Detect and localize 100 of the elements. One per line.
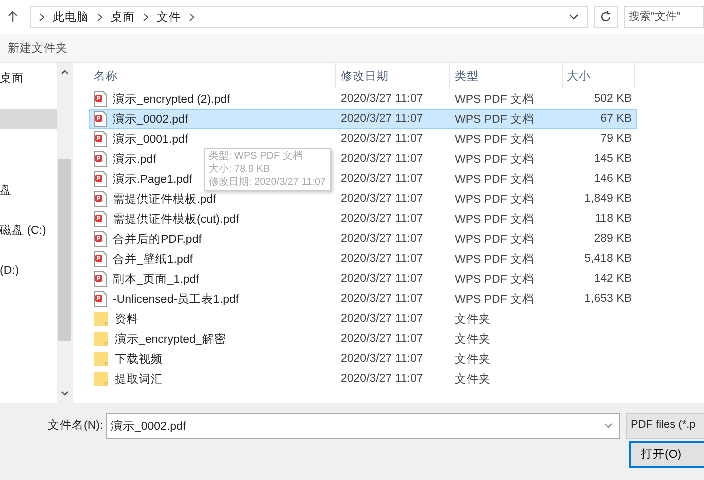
- size-cell-text: 5,418 KB: [584, 253, 633, 265]
- type-cell-text: WPS PDF 文档: [454, 272, 536, 286]
- type-cell-text: 文件夹: [454, 372, 492, 386]
- size-cell-text: 145 KB: [593, 153, 633, 165]
- type-cell-text: WPS PDF 文档: [454, 232, 536, 246]
- size-cell-text: 289 KB: [593, 233, 633, 245]
- up-arrow-icon[interactable]: [8, 11, 18, 23]
- type-cell-text: WPS PDF 文档: [454, 112, 536, 126]
- size-cell-text: 146 KB: [593, 173, 633, 185]
- pdf-file-icon: [94, 291, 107, 307]
- folder-icon: [94, 372, 109, 386]
- type-cell-text: WPS PDF 文档: [454, 212, 536, 226]
- scrollbar[interactable]: [57, 63, 72, 403]
- refresh-button[interactable]: [594, 6, 618, 28]
- size-cell-text: 142 KB: [593, 273, 633, 285]
- folder-icon: [94, 352, 109, 366]
- date-cell-text: 2020/3/27 11:07: [340, 253, 424, 265]
- date-cell-text: 2020/3/27 11:07: [340, 193, 424, 205]
- file-name[interactable]: 演示_0001.pdf: [113, 132, 188, 146]
- sidebar-item[interactable]: 磁盘 (C:): [0, 221, 57, 241]
- pdf-file-icon: [94, 111, 107, 127]
- file-type-dropdown[interactable]: PDF files (*.p: [626, 413, 704, 439]
- date-cell-text: 2020/3/27 11:07: [340, 353, 424, 365]
- file-name[interactable]: 资料: [115, 312, 139, 326]
- file-name[interactable]: 提取词汇: [115, 372, 163, 386]
- chevron-icon: [189, 12, 195, 22]
- size-cell-text: 1,653 KB: [584, 293, 633, 305]
- pdf-file-icon: [94, 171, 107, 187]
- pdf-file-icon: [94, 131, 107, 147]
- scroll-down-icon[interactable]: [60, 391, 68, 397]
- type-cell-text: 文件夹: [454, 332, 492, 346]
- date-cell-text: 2020/3/27 11:07: [340, 273, 424, 285]
- date-cell-text: 2020/3/27 11:07: [340, 113, 424, 125]
- pdf-file-icon: [94, 211, 107, 227]
- filename-label: 文件名(N):: [48, 418, 104, 433]
- type-cell-text: WPS PDF 文档: [454, 292, 536, 306]
- date-cell-text: 2020/3/27 11:07: [340, 333, 424, 345]
- type-cell-text: WPS PDF 文档: [454, 192, 536, 206]
- breadcrumb-item[interactable]: 此电脑: [53, 10, 89, 24]
- chevron-icon: [39, 12, 45, 22]
- file-name[interactable]: -Unlicensed-员工表1.pdf: [113, 292, 240, 306]
- date-cell-text: 2020/3/27 11:07: [340, 133, 424, 145]
- pdf-file-icon: [94, 231, 107, 247]
- date-cell-text: 2020/3/27 11:07: [340, 313, 424, 325]
- type-cell-text: WPS PDF 文档: [454, 252, 536, 266]
- open-button[interactable]: 打开(O): [629, 441, 704, 468]
- chevron-icon: [143, 12, 149, 22]
- column-header[interactable]: 名称: [89, 63, 336, 89]
- folder-icon: [94, 332, 109, 346]
- breadcrumb-item[interactable]: 桌面: [111, 10, 135, 24]
- column-header[interactable]: 修改日期: [336, 63, 450, 89]
- pdf-file-icon: [94, 91, 107, 107]
- size-cell-text: 118 KB: [594, 213, 633, 225]
- size-cell-text: 67 KB: [600, 113, 633, 125]
- size-cell-text: 502 KB: [593, 93, 633, 105]
- date-cell-text: 2020/3/27 11:07: [340, 373, 424, 385]
- file-name[interactable]: 需提供证件模板.pdf: [113, 192, 216, 206]
- filename-field[interactable]: 演示_0002.pdf: [106, 413, 620, 439]
- size-cell-text: 1,849 KB: [584, 193, 633, 205]
- pdf-file-icon: [94, 251, 107, 267]
- pdf-file-icon: [94, 271, 107, 287]
- file-name[interactable]: 下载视频: [115, 352, 163, 366]
- file-name[interactable]: 需提供证件模板(cut).pdf: [113, 212, 240, 226]
- file-name[interactable]: 演示_0002.pdf: [113, 112, 188, 126]
- type-cell-text: WPS PDF 文档: [454, 172, 536, 186]
- type-cell-text: WPS PDF 文档: [454, 92, 536, 106]
- file-name[interactable]: 副本_页面_1.pdf: [113, 272, 200, 286]
- folder-icon: [94, 312, 109, 326]
- column-header[interactable]: 类型: [450, 63, 563, 89]
- file-name[interactable]: 演示.pdf: [113, 152, 156, 166]
- sidebar-item[interactable]: (D:): [0, 261, 57, 281]
- date-cell-text: 2020/3/27 11:07: [340, 153, 424, 165]
- new-folder-button[interactable]: 新建文件夹: [4, 38, 72, 58]
- date-cell-text: 2020/3/27 11:07: [340, 173, 424, 185]
- date-cell-text: 2020/3/27 11:07: [340, 93, 424, 105]
- date-cell-text: 2020/3/27 11:07: [340, 213, 424, 225]
- scroll-up-icon[interactable]: [60, 69, 68, 75]
- file-name[interactable]: 演示_encrypted_解密: [115, 332, 226, 346]
- column-header[interactable]: 大小: [563, 63, 635, 89]
- date-cell-text: 2020/3/27 11:07: [340, 233, 424, 245]
- chevron-icon: [97, 12, 103, 22]
- tooltip: 类型: WPS PDF 文档 大小: 78.9 KB 修改日期: 2020/3/27 11:07: [204, 148, 332, 191]
- type-cell-text: 文件夹: [454, 312, 492, 326]
- file-name[interactable]: 演示.Page1.pdf: [113, 172, 193, 186]
- type-cell-text: 文件夹: [454, 352, 492, 366]
- dropdown-icon[interactable]: [569, 14, 579, 20]
- size-cell-text: 79 KB: [600, 133, 633, 145]
- sidebar-item[interactable]: 桌面: [0, 69, 57, 89]
- file-name[interactable]: 合并后的PDF.pdf: [113, 232, 202, 246]
- date-cell-text: 2020/3/27 11:07: [340, 293, 424, 305]
- address-bar[interactable]: 此电脑 桌面 文件: [30, 6, 588, 28]
- pdf-file-icon: [94, 151, 107, 167]
- file-name[interactable]: 合并_壁纸1.pdf: [113, 252, 193, 266]
- sidebar-item[interactable]: 盘: [0, 181, 57, 201]
- search-field[interactable]: 搜索"文件": [624, 6, 704, 28]
- refresh-icon: [600, 11, 612, 23]
- file-name[interactable]: 演示_encrypted (2).pdf: [113, 92, 230, 106]
- type-cell-text: WPS PDF 文档: [454, 152, 536, 166]
- type-cell-text: WPS PDF 文档: [454, 132, 536, 146]
- breadcrumb-item[interactable]: 文件: [157, 10, 181, 24]
